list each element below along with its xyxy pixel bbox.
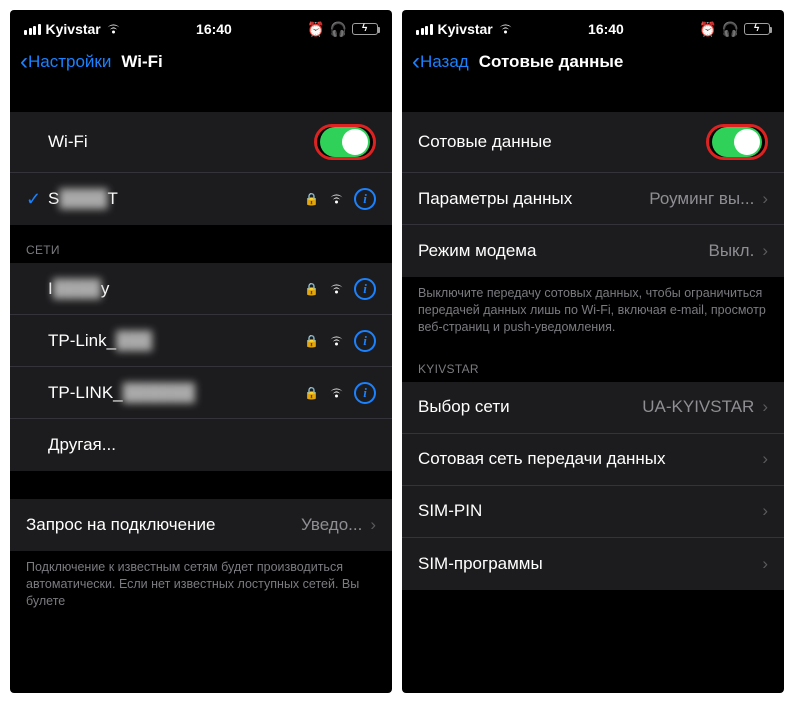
network-name: I████y (48, 279, 296, 299)
info-icon[interactable]: i (354, 330, 376, 352)
network-name: TP-LINK_██████ (48, 383, 296, 403)
network-selection-value: UA-KYIVSTAR (642, 397, 754, 417)
network-row[interactable]: I████y 🔒 i (10, 263, 392, 315)
chevron-right-icon: › (762, 241, 768, 261)
carrier-label: Kyivstar (438, 21, 493, 37)
ask-to-join-label: Запрос на подключение (26, 515, 301, 535)
lock-icon: 🔒 (304, 192, 319, 206)
chevron-left-icon: ‹ (412, 52, 420, 71)
wifi-settings-screen: Kyivstar 16:40 ⏰ 🎧 ϟ ‹ Настройки Wi-Fi W… (10, 10, 392, 693)
ask-to-join-value: Уведо... (301, 515, 362, 535)
chevron-right-icon: › (762, 397, 768, 417)
status-time: 16:40 (196, 21, 232, 37)
wifi-label: Wi-Fi (48, 132, 314, 152)
data-options-row[interactable]: Параметры данных Роуминг вы... › (402, 173, 784, 225)
sim-pin-row[interactable]: SIM-PIN › (402, 486, 784, 538)
other-network-label: Другая... (48, 435, 376, 455)
back-button[interactable]: ‹ Назад (412, 52, 469, 72)
lock-icon: 🔒 (304, 282, 319, 296)
chevron-left-icon: ‹ (20, 52, 28, 71)
chevron-right-icon: › (762, 554, 768, 574)
network-row[interactable]: TP-LINK_██████ 🔒 i (10, 367, 392, 419)
ask-to-join-footer: Подключение к известным сетям будет прои… (10, 551, 392, 618)
hotspot-label: Режим модема (418, 241, 708, 261)
network-selection-row[interactable]: Выбор сети UA-KYIVSTAR › (402, 382, 784, 434)
headphones-icon: 🎧 (722, 21, 739, 38)
chevron-right-icon: › (762, 189, 768, 209)
wifi-icon (329, 283, 344, 295)
network-name: TP-Link_███ (48, 331, 296, 351)
network-row[interactable]: TP-Link_███ 🔒 i (10, 315, 392, 367)
ask-to-join-row[interactable]: Запрос на подключение Уведо... › (10, 499, 392, 551)
lock-icon: 🔒 (304, 386, 319, 400)
status-bar: Kyivstar 16:40 ⏰ 🎧 ϟ (402, 10, 784, 44)
page-title: Wi-Fi (121, 52, 162, 72)
other-network-row[interactable]: Другая... (10, 419, 392, 471)
networks-section-label: СЕТИ (10, 225, 392, 263)
page-title: Сотовые данные (479, 52, 624, 72)
cellular-settings-screen: Kyivstar 16:40 ⏰ 🎧 ϟ ‹ Назад Сотовые дан… (402, 10, 784, 693)
alarm-icon: ⏰ (307, 21, 324, 38)
chevron-right-icon: › (762, 449, 768, 469)
back-button[interactable]: ‹ Настройки (20, 52, 111, 72)
sim-apps-row[interactable]: SIM-программы › (402, 538, 784, 590)
signal-icon (416, 24, 433, 35)
nav-bar: ‹ Настройки Wi-Fi (10, 44, 392, 84)
chevron-right-icon: › (762, 501, 768, 521)
connected-network-row[interactable]: ✓ S████T 🔒 i (10, 173, 392, 225)
wifi-toggle[interactable] (314, 124, 376, 160)
data-options-value: Роуминг вы... (649, 189, 754, 209)
cellular-footer: Выключите передачу сотовых данных, чтобы… (402, 277, 784, 344)
sim-apps-label: SIM-программы (418, 554, 754, 574)
cellular-data-network-row[interactable]: Сотовая сеть передачи данных › (402, 434, 784, 486)
chevron-right-icon: › (370, 515, 376, 535)
wifi-icon (329, 335, 344, 347)
hotspot-value: Выкл. (708, 241, 754, 261)
carrier-section-label: KYIVSTAR (402, 344, 784, 382)
checkmark-icon: ✓ (26, 189, 48, 210)
status-time: 16:40 (588, 21, 624, 37)
network-selection-label: Выбор сети (418, 397, 642, 417)
cellular-data-network-label: Сотовая сеть передачи данных (418, 449, 754, 469)
battery-icon: ϟ (352, 23, 378, 35)
lock-icon: 🔒 (304, 334, 319, 348)
alarm-icon: ⏰ (699, 21, 716, 38)
data-options-label: Параметры данных (418, 189, 649, 209)
wifi-icon (329, 193, 344, 205)
wifi-icon (106, 23, 121, 35)
info-icon[interactable]: i (354, 278, 376, 300)
cellular-toggle[interactable] (706, 124, 768, 160)
wifi-icon (498, 23, 513, 35)
wifi-icon (329, 387, 344, 399)
signal-icon (24, 24, 41, 35)
back-label: Настройки (28, 52, 111, 72)
wifi-toggle-row: Wi-Fi (10, 112, 392, 173)
battery-icon: ϟ (744, 23, 770, 35)
status-bar: Kyivstar 16:40 ⏰ 🎧 ϟ (10, 10, 392, 44)
info-icon[interactable]: i (354, 188, 376, 210)
cellular-label: Сотовые данные (418, 132, 706, 152)
hotspot-row[interactable]: Режим модема Выкл. › (402, 225, 784, 277)
info-icon[interactable]: i (354, 382, 376, 404)
connected-network-name: S████T (48, 189, 296, 209)
carrier-label: Kyivstar (46, 21, 101, 37)
sim-pin-label: SIM-PIN (418, 501, 754, 521)
nav-bar: ‹ Назад Сотовые данные (402, 44, 784, 84)
headphones-icon: 🎧 (330, 21, 347, 38)
cellular-toggle-row: Сотовые данные (402, 112, 784, 173)
back-label: Назад (420, 52, 469, 72)
